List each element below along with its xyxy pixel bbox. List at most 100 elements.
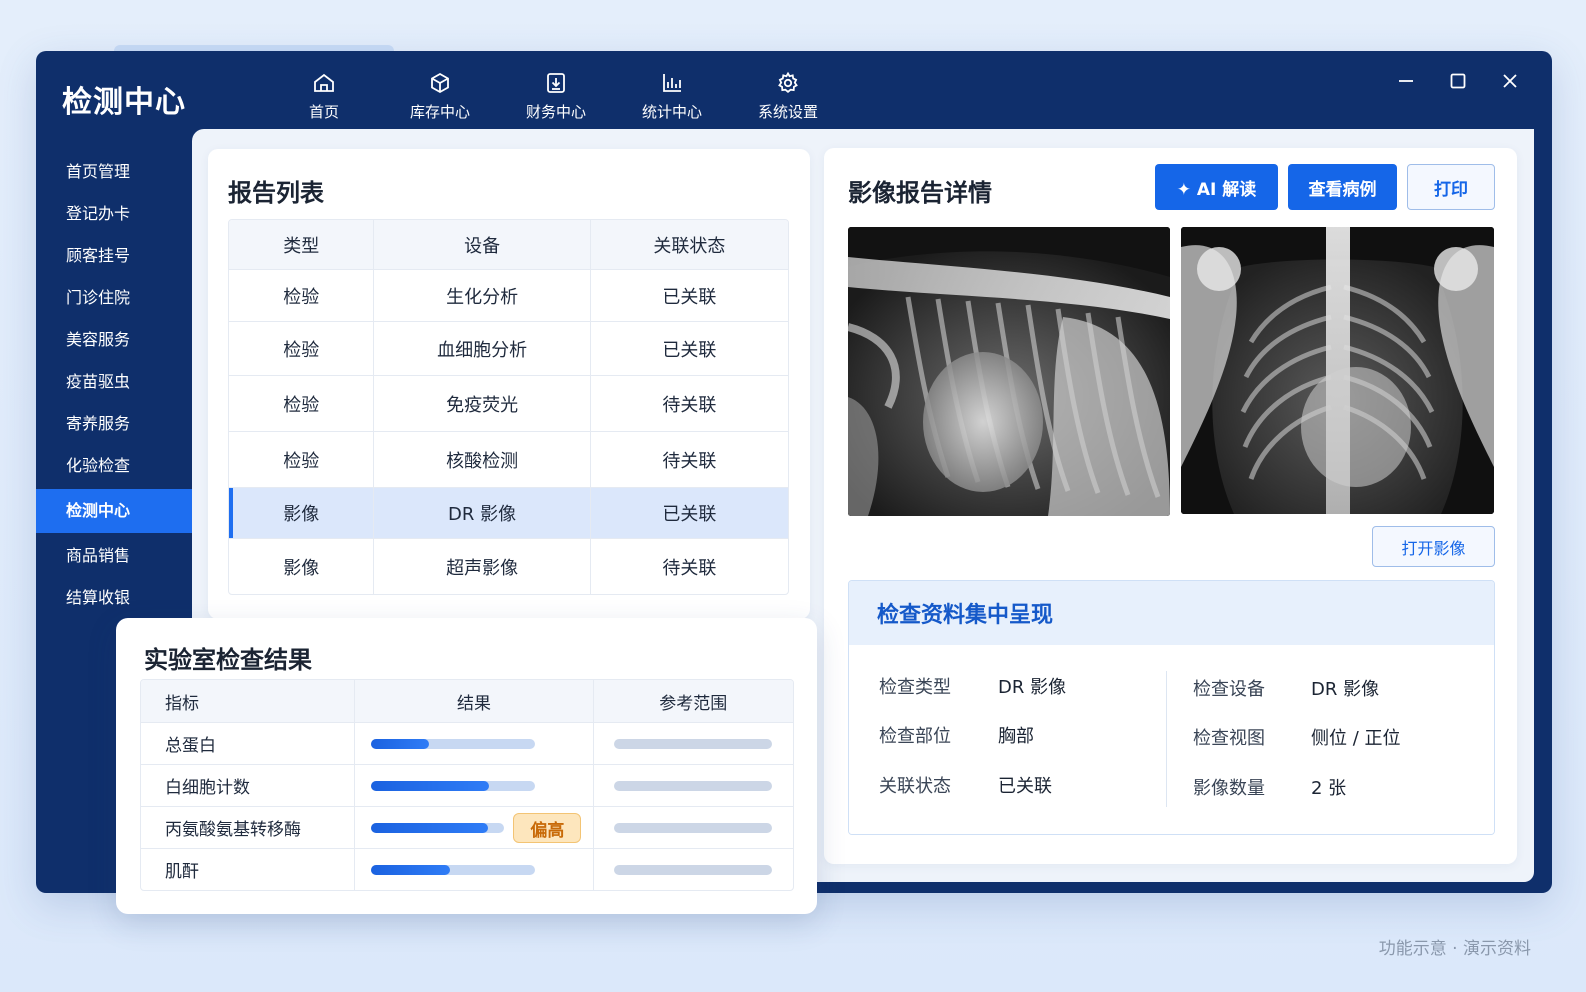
column-header-type: 类型 <box>283 235 320 257</box>
info-value-link-status: 已关联 <box>998 776 1052 797</box>
nav-settings[interactable]: 系统设置 <box>730 65 846 127</box>
info-value-image-count: 2 张 <box>1311 778 1347 799</box>
table-row-selected[interactable]: 影像 DR 影像 已关联 <box>229 487 788 538</box>
info-label-exam-type: 检查类型 <box>879 677 951 698</box>
report-list-title: 报告列表 <box>228 179 324 207</box>
sidebar-item-outpatient[interactable]: 门诊住院 <box>36 277 192 319</box>
result-bar-fill <box>371 864 451 875</box>
report-table: 类型 设备 关联状态 检验 生化分析 已关联 检验 血细胞分析 已关联 检验 免… <box>228 219 789 595</box>
column-header-reference: 参考范围 <box>592 680 793 722</box>
nav-statistics[interactable]: 统计中心 <box>614 65 730 127</box>
lab-result-cell <box>354 765 592 806</box>
print-button[interactable]: 打印 <box>1407 164 1495 210</box>
cell-status: 已关联 <box>589 488 788 538</box>
sidebar-item-registration[interactable]: 登记办卡 <box>36 193 192 235</box>
table-row[interactable]: 影像 超声影像 待关联 <box>229 538 788 594</box>
view-case-button[interactable]: 查看病例 <box>1288 164 1397 210</box>
cell-device: 免疫荧光 <box>373 376 589 431</box>
cell-type: 检验 <box>283 339 320 361</box>
cell-type: 影像 <box>283 557 320 579</box>
chart-icon <box>663 73 681 92</box>
sidebar-item-vaccine[interactable]: 疫苗驱虫 <box>36 361 192 403</box>
lab-indicator-name: 白细胞计数 <box>165 778 250 798</box>
cell-type: 检验 <box>283 394 320 416</box>
lab-row: 肌酐 <box>141 848 793 890</box>
result-bar <box>371 822 505 833</box>
nav-finance-label: 财务中心 <box>525 102 586 121</box>
high-badge: 偏高 <box>513 813 582 843</box>
result-bar <box>371 864 536 875</box>
sidebar-item-grooming[interactable]: 美容服务 <box>36 319 192 361</box>
nav-home[interactable]: 首页 <box>266 65 382 127</box>
column-header-indicator: 指标 <box>165 693 199 714</box>
nav-settings-label: 系统设置 <box>757 102 818 121</box>
info-label-image-count: 影像数量 <box>1193 778 1265 799</box>
info-value-exam-site: 胸部 <box>998 726 1034 747</box>
info-divider <box>1166 671 1167 807</box>
top-nav: 首页 库存中心 财务中心 统计中心 系统设置 <box>266 65 846 127</box>
sidebar-item-checkout[interactable]: 结算收银 <box>36 577 192 619</box>
sidebar-item-detection-center[interactable]: 检测中心 <box>36 489 192 533</box>
finance-icon <box>547 72 565 93</box>
sidebar-item-appointment[interactable]: 顾客挂号 <box>36 235 192 277</box>
result-bar-fill <box>371 780 490 791</box>
lab-reference-cell <box>592 765 793 806</box>
cell-device: 超声影像 <box>373 539 589 594</box>
ai-interpret-button[interactable]: ✦ AI 解读 <box>1155 164 1278 210</box>
minimize-button[interactable] <box>1392 67 1420 95</box>
result-bar <box>371 780 536 791</box>
exam-info-heading: 检查资料集中呈现 <box>849 581 1494 645</box>
sidebar-item-home-management[interactable]: 首页管理 <box>36 151 192 193</box>
lab-reference-cell <box>592 807 793 848</box>
box-icon <box>431 72 449 93</box>
sidebar-item-lab[interactable]: 化验检查 <box>36 445 192 487</box>
lab-indicator-name: 丙氨酸氨基转移酶 <box>165 820 301 840</box>
gear-icon <box>778 71 798 93</box>
open-image-button[interactable]: 打开影像 <box>1372 526 1495 567</box>
exam-info-body: 检查类型 DR 影像 检查部位 胸部 关联状态 已关联 检查设备 DR 影像 检… <box>849 645 1494 834</box>
lab-reference-cell <box>592 723 793 764</box>
cell-type: 影像 <box>283 504 320 525</box>
lab-row: 总蛋白 <box>141 722 793 764</box>
cell-status: 待关联 <box>589 539 788 594</box>
table-row[interactable]: 检验 核酸检测 待关联 <box>229 431 788 487</box>
sidebar-item-sales[interactable]: 商品销售 <box>36 535 192 577</box>
cell-status: 待关联 <box>589 376 788 431</box>
sidebar-item-boarding[interactable]: 寄养服务 <box>36 403 192 445</box>
lab-reference-cell <box>592 849 793 890</box>
cell-device: 核酸检测 <box>373 432 589 487</box>
lab-results-table: 指标 结果 参考范围 总蛋白 白细胞计数 丙氨酸氨基转移酶 偏高 肌酐 <box>140 679 794 891</box>
lab-result-cell: 偏高 <box>354 807 592 848</box>
close-button[interactable] <box>1496 67 1524 95</box>
cell-status: 已关联 <box>589 322 788 375</box>
cell-status: 已关联 <box>589 270 788 321</box>
lab-results-title: 实验室检查结果 <box>144 646 312 674</box>
footer-note: 功能示意 · 演示资料 <box>1378 939 1531 959</box>
table-row[interactable]: 检验 生化分析 已关联 <box>229 269 788 321</box>
lab-indicator-name: 总蛋白 <box>165 736 216 756</box>
image-detail-title: 影像报告详情 <box>848 179 992 207</box>
table-row[interactable]: 检验 免疫荧光 待关联 <box>229 375 788 431</box>
nav-statistics-label: 统计中心 <box>641 102 702 121</box>
lab-table-header: 指标 结果 参考范围 <box>141 680 793 722</box>
app-title: 检测中心 <box>62 85 186 120</box>
nav-inventory[interactable]: 库存中心 <box>382 65 498 127</box>
info-label-exam-site: 检查部位 <box>879 726 951 747</box>
exam-info-panel: 检查资料集中呈现 检查类型 DR 影像 检查部位 胸部 关联状态 已关联 检查设… <box>848 580 1495 835</box>
lab-result-cell <box>354 723 592 764</box>
info-label-link-status: 关联状态 <box>879 776 951 797</box>
maximize-icon <box>1450 73 1466 89</box>
home-icon <box>314 73 334 92</box>
nav-home-label: 首页 <box>308 102 339 121</box>
xray-lateral-image[interactable] <box>848 227 1170 516</box>
xray-frontal-image[interactable] <box>1181 227 1494 514</box>
reference-range-bar <box>614 864 773 875</box>
cell-type: 检验 <box>283 286 320 308</box>
column-header-result: 结果 <box>354 680 592 722</box>
nav-finance[interactable]: 财务中心 <box>498 65 614 127</box>
maximize-button[interactable] <box>1444 67 1472 95</box>
table-row[interactable]: 检验 血细胞分析 已关联 <box>229 321 788 375</box>
close-icon <box>1503 74 1517 88</box>
info-value-exam-view: 侧位 / 正位 <box>1311 728 1401 749</box>
reference-range-bar <box>614 822 773 833</box>
